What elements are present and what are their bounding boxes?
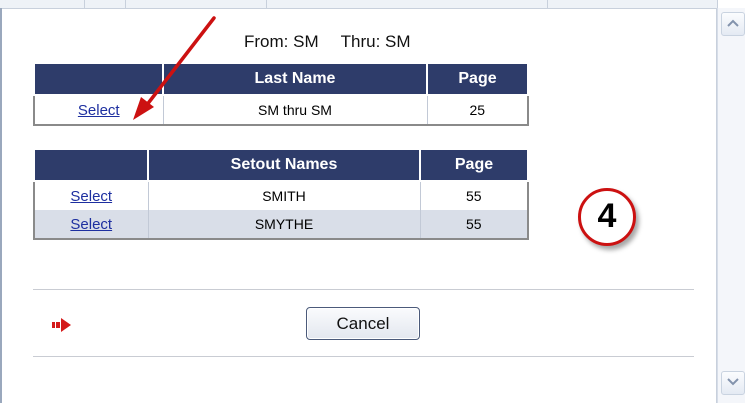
page-cell: 55 [420, 210, 528, 239]
name-range-heading: From: SM Thru: SM [244, 32, 411, 52]
top-strip-segment [85, 0, 126, 9]
cancel-button[interactable]: Cancel [306, 307, 420, 340]
name-cell: SMITH [148, 181, 421, 210]
chevron-down-icon [727, 378, 739, 386]
step-number-badge: 4 [578, 188, 636, 246]
name-cell: SM thru SM [163, 95, 428, 125]
table-row: Select SMITH 55 [34, 181, 528, 210]
scroll-up-button[interactable] [721, 12, 745, 36]
top-strip-segment [126, 0, 267, 9]
page-cell: 25 [469, 102, 486, 118]
select-link[interactable]: Select [70, 216, 112, 233]
window-left-border [0, 8, 2, 403]
table-header-row: Last Name Page [33, 62, 529, 96]
column-header-action [33, 62, 164, 96]
last-name-table: Last Name Page Select SM thru SM 25 [33, 62, 529, 126]
top-strip-segment [0, 0, 85, 9]
column-header-last-name: Last Name [162, 62, 428, 96]
window-top-strip [0, 0, 745, 9]
setout-names-table: Setout Names Page Select SMITH 55 Select… [33, 148, 529, 240]
action-cell: Select [34, 95, 164, 125]
name-cell: SMYTHE [148, 210, 421, 239]
divider [33, 289, 694, 290]
select-link[interactable]: Select [78, 102, 120, 119]
table-row: Select SM thru SM 25 [34, 95, 528, 125]
thru-label: Thru: SM [340, 32, 411, 51]
vertical-scrollbar[interactable] [717, 8, 745, 403]
column-header-page: Page [426, 62, 529, 96]
page-cell: 55 [465, 188, 482, 204]
select-link[interactable]: Select [70, 188, 112, 205]
red-arrow-icon [52, 318, 71, 332]
table-row: Select SMYTHE 55 [34, 210, 528, 239]
top-strip-segment [267, 0, 548, 9]
table-header-row: Setout Names Page [33, 148, 529, 182]
scroll-down-button[interactable] [721, 371, 745, 395]
column-header-setout-names: Setout Names [147, 148, 421, 182]
from-label: From: SM [244, 32, 319, 51]
chevron-up-icon [727, 19, 739, 27]
top-strip-segment [548, 0, 718, 9]
divider [33, 356, 694, 357]
action-cell: Select [34, 181, 149, 210]
column-header-action [33, 148, 149, 182]
action-cell: Select [34, 210, 149, 239]
column-header-page: Page [419, 148, 529, 182]
